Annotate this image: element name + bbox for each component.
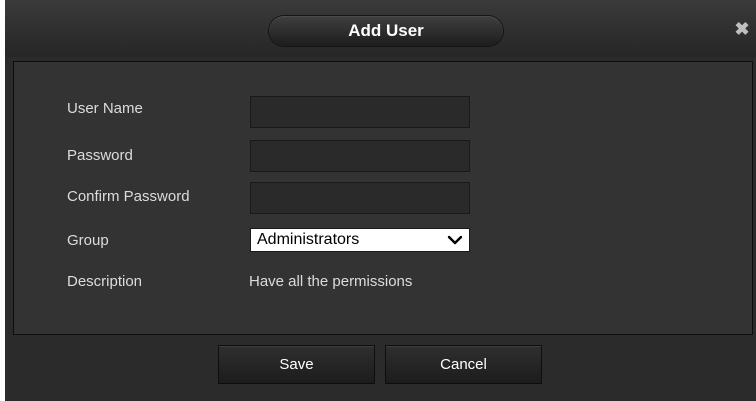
- close-icon[interactable]: ✖: [734, 20, 750, 38]
- save-button[interactable]: Save: [218, 345, 375, 384]
- username-label: User Name: [67, 100, 143, 117]
- add-user-dialog: Add User ✖ User Name Password Confirm Pa…: [5, 0, 756, 401]
- form-panel: User Name Password Confirm Password Grou…: [13, 61, 753, 335]
- password-label: Password: [67, 147, 133, 164]
- cancel-button[interactable]: Cancel: [385, 345, 542, 384]
- description-value: Have all the permissions: [249, 273, 413, 290]
- confirm-password-label: Confirm Password: [67, 188, 190, 205]
- dialog-titlebar: Add User ✖: [5, 0, 756, 57]
- description-label: Description: [67, 273, 143, 290]
- confirm-password-input[interactable]: [250, 182, 470, 214]
- group-selected-value: Administrators: [257, 231, 360, 248]
- dialog-title: Add User: [348, 21, 424, 40]
- group-select[interactable]: Administrators: [250, 228, 470, 252]
- username-input[interactable]: [250, 96, 470, 128]
- chevron-down-icon: [447, 235, 463, 245]
- group-label: Group: [67, 232, 109, 249]
- password-input[interactable]: [250, 140, 470, 172]
- dialog-title-pill: Add User: [269, 16, 503, 46]
